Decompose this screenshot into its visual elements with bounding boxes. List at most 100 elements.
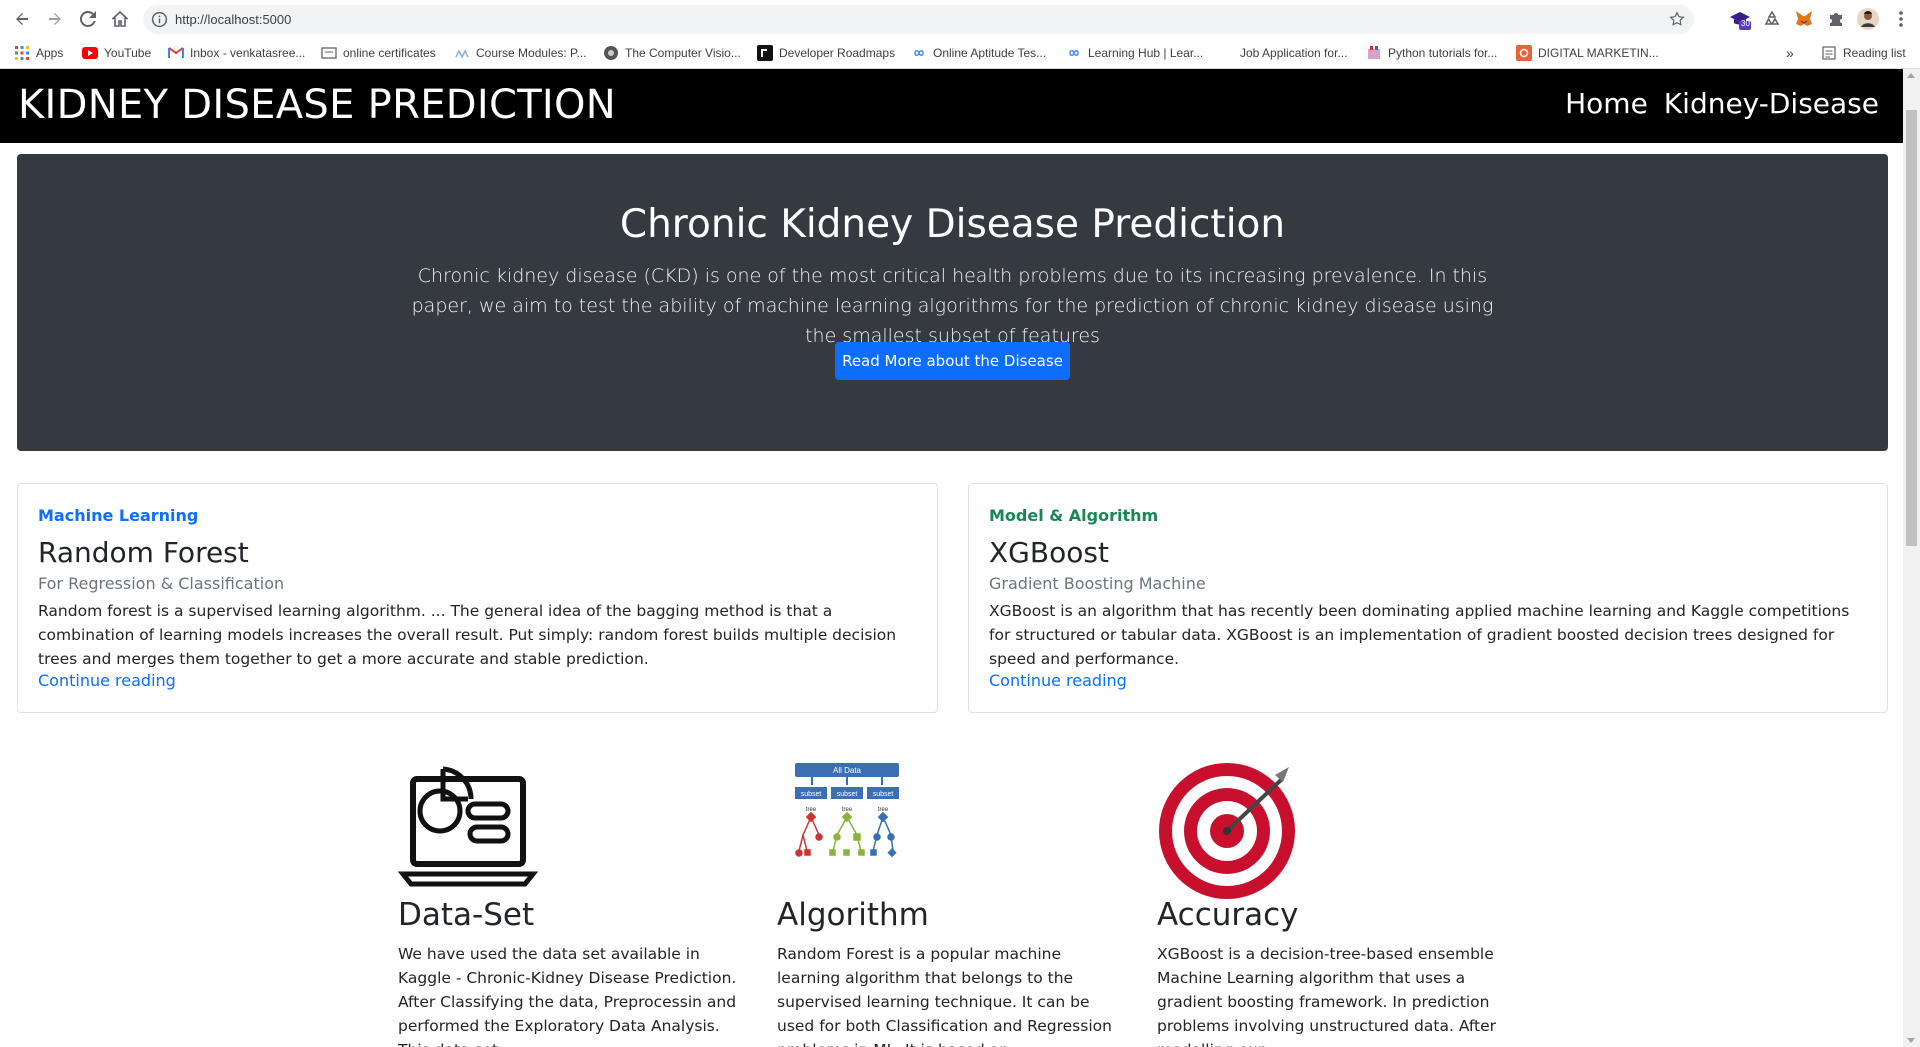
navbar-brand[interactable]: KIDNEY DISEASE PREDICTION xyxy=(18,82,616,128)
bookmark-youtube[interactable]: YouTube xyxy=(82,45,151,61)
bookmark-apps[interactable]: Apps xyxy=(14,45,63,61)
browser-toolbar: http://localhost:5000 30 xyxy=(0,0,1920,38)
bookmark-star-icon[interactable] xyxy=(1668,10,1686,28)
scroll-up-arrow-icon[interactable] xyxy=(1907,73,1915,78)
forward-button[interactable] xyxy=(43,7,67,31)
reading-list-button[interactable]: Reading list xyxy=(1821,45,1906,61)
card-title: Random Forest xyxy=(38,536,249,569)
scrollbar-thumb[interactable] xyxy=(1906,110,1917,546)
bookmark-developer-roadmaps[interactable]: Developer Roadmaps xyxy=(757,45,895,61)
roadmap-icon xyxy=(757,45,773,61)
extension-metamask-button[interactable] xyxy=(1793,8,1815,30)
bookmark-label: Learning Hub | Lear... xyxy=(1088,46,1204,60)
infinity-icon xyxy=(1066,45,1082,61)
arrow-right-icon xyxy=(49,13,61,25)
continue-reading-link[interactable]: Continue reading xyxy=(989,671,1127,690)
course-icon xyxy=(454,45,470,61)
kebab-menu-icon xyxy=(1899,11,1903,27)
bookmark-python-tutorials[interactable]: Python tutorials for... xyxy=(1366,45,1497,61)
marketing-icon xyxy=(1516,45,1532,61)
read-more-button[interactable]: Read More about the Disease xyxy=(835,342,1070,380)
hero-jumbotron: Chronic Kidney Disease Prediction Chroni… xyxy=(17,154,1888,451)
home-button[interactable] xyxy=(108,7,132,31)
youtube-icon xyxy=(82,45,98,61)
diagram-subset-label: subset xyxy=(801,791,822,798)
extension-recycle-button[interactable] xyxy=(1761,8,1783,30)
bookmark-label: The Computer Visio... xyxy=(625,46,741,60)
bookmark-inbox[interactable]: Inbox - venkatasree... xyxy=(168,45,305,61)
bookmark-label: Inbox - venkatasree... xyxy=(190,46,306,60)
top-navbar: KIDNEY DISEASE PREDICTION Home Kidney-Di… xyxy=(0,69,1903,143)
hero-description: Chronic kidney disease (CKD) is one of t… xyxy=(411,265,1494,347)
bookmark-label: Online Aptitude Tes... xyxy=(933,46,1047,60)
bookmark-online-certificates[interactable]: online certificates xyxy=(321,45,436,61)
bookmark-label: Course Modules: P... xyxy=(476,46,587,60)
random-forest-diagram-icon: All Data subset subset subset tree tree … xyxy=(795,763,899,858)
back-button[interactable] xyxy=(10,7,34,31)
feature-title: Algorithm xyxy=(777,897,929,933)
laptop-chart-icon xyxy=(398,766,539,887)
target-icon xyxy=(1159,763,1295,899)
url-text[interactable]: http://localhost:5000 xyxy=(175,12,291,27)
reading-list-icon xyxy=(1821,45,1837,61)
infinity-icon xyxy=(911,45,927,61)
card-tag: Model & Algorithm xyxy=(989,506,1159,525)
card-random-forest: Machine Learning Random Forest For Regre… xyxy=(17,483,938,713)
bookmark-label: Job Application for... xyxy=(1240,46,1348,60)
extensions-button[interactable] xyxy=(1825,8,1847,30)
scroll-down-arrow-icon[interactable] xyxy=(1907,1038,1915,1043)
bookmark-course-modules[interactable]: Course Modules: P... xyxy=(454,45,587,61)
bookmarks-overflow-button[interactable]: » xyxy=(1786,45,1794,61)
page-scrollbar[interactable] xyxy=(1903,69,1920,1047)
reading-list-label: Reading list xyxy=(1843,46,1906,60)
bookmark-learning-hub[interactable]: Learning Hub | Lear... xyxy=(1066,45,1203,61)
diagram-subset-label: subset xyxy=(837,791,858,798)
certificate-icon xyxy=(321,45,337,61)
bookmark-label: YouTube xyxy=(104,46,152,60)
python-icon xyxy=(1366,45,1382,61)
fox-icon xyxy=(1796,11,1812,26)
feature-text: We have used the data set available in K… xyxy=(398,945,737,1047)
avatar-icon xyxy=(1857,8,1879,30)
bookmark-aptitude-test[interactable]: Online Aptitude Tes... xyxy=(911,45,1046,61)
bookmark-computer-vision[interactable]: The Computer Visio... xyxy=(603,45,741,61)
extension-badge: 30 xyxy=(1741,19,1750,28)
card-body: XGBoost is an algorithm that has recentl… xyxy=(989,602,1850,668)
profile-button[interactable] xyxy=(1857,8,1879,30)
address-bar[interactable]: http://localhost:5000 xyxy=(143,5,1694,34)
puzzle-piece-icon xyxy=(1830,13,1842,26)
card-body: Random forest is a supervised learning a… xyxy=(38,602,897,668)
feature-title: Accuracy xyxy=(1157,897,1299,933)
feature-title: Data-Set xyxy=(398,897,535,933)
diagram-all-data-label: All Data xyxy=(833,766,862,775)
card-tag: Machine Learning xyxy=(38,506,199,525)
bookmark-label: Developer Roadmaps xyxy=(779,46,896,60)
bookmark-job-application[interactable]: Job Application for... xyxy=(1218,45,1347,61)
reload-icon xyxy=(80,11,96,27)
bookmark-label: online certificates xyxy=(343,46,436,60)
browser-chrome: http://localhost:5000 30 Apps YouTube In… xyxy=(0,0,1920,69)
feature-text: Random Forest is a popular machine learn… xyxy=(777,945,1112,1047)
page-viewport: KIDNEY DISEASE PREDICTION Home Kidney-Di… xyxy=(0,69,1903,1047)
bookmark-digital-marketing[interactable]: DIGITAL MARKETIN... xyxy=(1516,45,1659,61)
card-title: XGBoost xyxy=(989,536,1109,569)
arrow-left-icon xyxy=(16,13,28,25)
recycle-icon xyxy=(1764,10,1780,25)
card-xgboost: Model & Algorithm XGBoost Gradient Boost… xyxy=(968,483,1888,713)
nav-link-home[interactable]: Home xyxy=(1565,87,1648,120)
card-subtitle: For Regression & Classification xyxy=(38,574,285,593)
bookmark-label: DIGITAL MARKETIN... xyxy=(1538,46,1659,60)
browser-menu-button[interactable] xyxy=(1890,8,1912,30)
continue-reading-link[interactable]: Continue reading xyxy=(38,671,176,690)
feature-text: XGBoost is a decision-tree-based ensembl… xyxy=(1157,945,1497,1047)
home-icon xyxy=(112,11,128,27)
chevron-double-right-icon: » xyxy=(1786,45,1794,61)
hero-title: Chronic Kidney Disease Prediction xyxy=(619,202,1286,247)
page-icon xyxy=(1218,45,1234,61)
nav-link-kidney-disease[interactable]: Kidney-Disease xyxy=(1664,87,1879,120)
bookmark-label: Apps xyxy=(36,46,64,60)
bookmarks-bar: Apps YouTube Inbox - venkatasree... onli… xyxy=(0,38,1920,68)
info-icon[interactable] xyxy=(151,11,168,28)
reload-button[interactable] xyxy=(76,7,100,31)
extension-graduation-button[interactable]: 30 xyxy=(1729,8,1751,30)
